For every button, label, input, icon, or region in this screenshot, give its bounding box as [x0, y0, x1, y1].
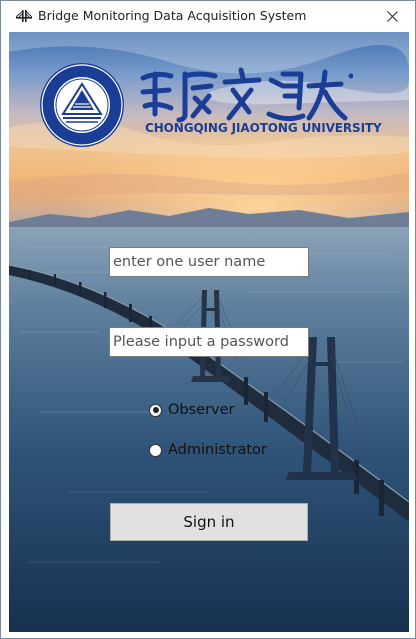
- window-title: Bridge Monitoring Data Acquisition Syste…: [38, 8, 307, 23]
- close-button[interactable]: [369, 1, 415, 31]
- role-label-observer: Observer: [168, 402, 235, 418]
- university-name-en: CHONGQING JIAOTONG UNIVERSITY: [145, 121, 382, 135]
- background-scene: CHONGQING JIAOTONG UNIVERSITY Observer A…: [9, 32, 409, 632]
- password-input[interactable]: [109, 327, 309, 357]
- bridge-icon: [16, 10, 32, 22]
- sign-in-button[interactable]: Sign in: [110, 503, 308, 541]
- login-window: Bridge Monitoring Data Acquisition Syste…: [0, 0, 416, 639]
- role-label-administrator: Administrator: [168, 442, 267, 458]
- close-icon: [386, 10, 398, 22]
- username-input[interactable]: [109, 247, 309, 277]
- title-bar[interactable]: Bridge Monitoring Data Acquisition Syste…: [1, 1, 415, 31]
- university-name-cn-logo: [140, 67, 353, 123]
- role-option-administrator[interactable]: Administrator: [149, 442, 267, 458]
- radio-checked-icon[interactable]: [149, 403, 162, 417]
- university-emblem: [40, 63, 124, 147]
- radio-unchecked-icon[interactable]: [149, 443, 162, 457]
- role-option-observer[interactable]: Observer: [149, 402, 235, 418]
